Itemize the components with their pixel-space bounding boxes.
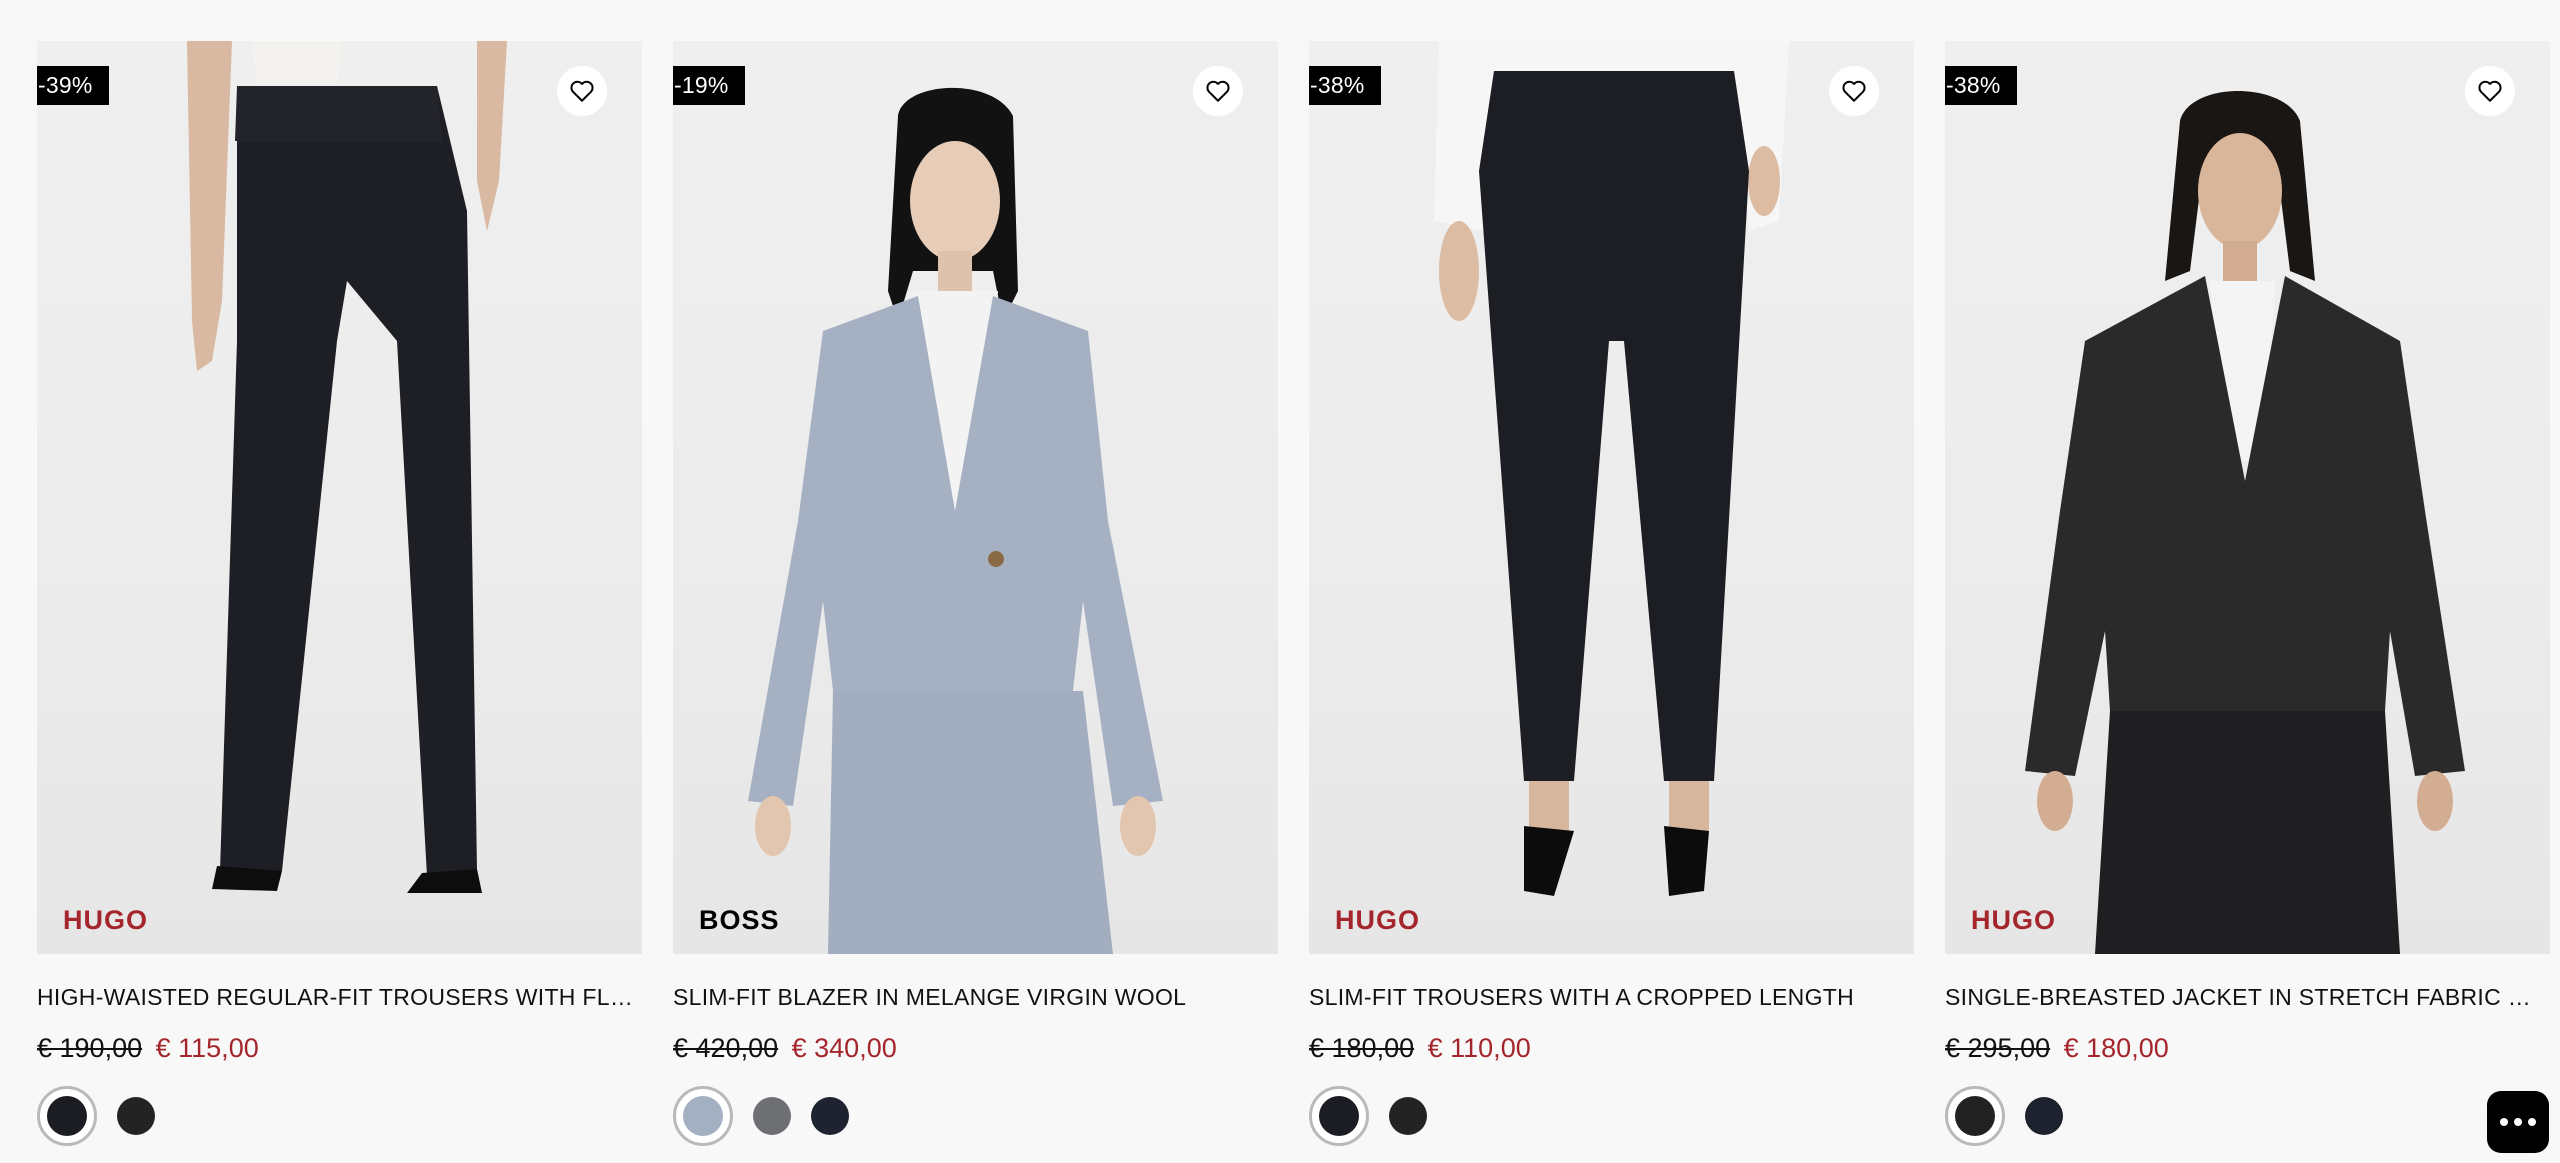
color-swatch-selected[interactable] xyxy=(37,1086,97,1146)
product-card[interactable]: -38% HUGO SINGLE-BREASTED JACKET IN STRE… xyxy=(1945,41,2550,1147)
discount-badge: -19% xyxy=(673,66,745,105)
brand-label: HUGO xyxy=(1971,905,2056,935)
discount-badge: -38% xyxy=(1309,66,1381,105)
wishlist-button[interactable] xyxy=(1193,66,1243,116)
color-swatch-selected[interactable] xyxy=(673,1086,733,1146)
heart-icon xyxy=(1206,80,1230,102)
product-title[interactable]: SLIM-FIT TROUSERS WITH A CROPPED LENGTH xyxy=(1309,984,1914,1011)
color-swatch-selected[interactable] xyxy=(1309,1086,1369,1146)
color-swatch-selected[interactable] xyxy=(1945,1086,2005,1146)
product-title[interactable]: SLIM-FIT BLAZER IN MELANGE VIRGIN WOOL xyxy=(673,984,1278,1011)
color-swatches xyxy=(37,1085,642,1147)
chat-button[interactable] xyxy=(2487,1091,2549,1153)
brand-label: HUGO xyxy=(1335,905,1420,935)
color-swatch[interactable] xyxy=(2025,1097,2063,1135)
discount-badge: -39% xyxy=(37,66,109,105)
price-row: € 295,00 € 180,00 xyxy=(1945,1033,2550,1067)
color-swatches xyxy=(1945,1085,2550,1147)
brand-label: HUGO xyxy=(63,905,148,935)
product-photo-blazer xyxy=(748,87,1163,954)
original-price: € 180,00 xyxy=(1309,1033,1415,1063)
product-photo-trousers xyxy=(187,41,507,893)
original-price: € 190,00 xyxy=(37,1033,143,1063)
chat-dot xyxy=(2528,1118,2536,1126)
heart-icon xyxy=(1842,80,1866,102)
sale-price: € 110,00 xyxy=(1427,1033,1531,1063)
heart-icon xyxy=(570,80,594,102)
product-title[interactable]: SINGLE-BREASTED JACKET IN STRETCH FABRIC… xyxy=(1945,984,2550,1011)
color-swatch[interactable] xyxy=(1389,1097,1427,1135)
wishlist-button[interactable] xyxy=(1829,66,1879,116)
product-image[interactable]: -38% HUGO xyxy=(1309,41,1914,954)
original-price: € 420,00 xyxy=(673,1033,779,1063)
product-image[interactable]: -19% BOSS xyxy=(673,41,1278,954)
brand-label: BOSS xyxy=(699,905,780,935)
color-swatch[interactable] xyxy=(753,1097,791,1135)
price-row: € 180,00 € 110,00 xyxy=(1309,1033,1914,1067)
discount-badge: -38% xyxy=(1945,66,2017,105)
product-photo-jacket xyxy=(2025,91,2465,954)
product-photo-cropped-trousers xyxy=(1434,41,1789,896)
sale-price: € 340,00 xyxy=(791,1033,897,1063)
sale-price: € 115,00 xyxy=(155,1033,259,1063)
chat-dot xyxy=(2500,1118,2508,1126)
product-title[interactable]: HIGH-WAISTED REGULAR-FIT TROUSERS WITH F… xyxy=(37,984,642,1011)
chat-dot xyxy=(2514,1118,2522,1126)
product-grid: -39% HUGO HIGH-WAISTED REGULAR-FIT TROUS… xyxy=(37,41,2550,1147)
color-swatch[interactable] xyxy=(811,1097,849,1135)
price-row: € 420,00 € 340,00 xyxy=(673,1033,1278,1067)
original-price: € 295,00 xyxy=(1945,1033,2051,1063)
heart-icon xyxy=(2478,80,2502,102)
product-image[interactable]: -38% HUGO xyxy=(1945,41,2550,954)
product-image[interactable]: -39% HUGO xyxy=(37,41,642,954)
product-card[interactable]: -39% HUGO HIGH-WAISTED REGULAR-FIT TROUS… xyxy=(37,41,642,1147)
color-swatches xyxy=(673,1085,1278,1147)
color-swatches xyxy=(1309,1085,1914,1147)
product-card[interactable]: -19% BOSS SLIM-FIT BLAZER IN MELANGE VIR… xyxy=(673,41,1278,1147)
price-row: € 190,00 € 115,00 xyxy=(37,1033,642,1067)
color-swatch[interactable] xyxy=(117,1097,155,1135)
product-card[interactable]: -38% HUGO SLIM-FIT TROUSERS WITH A CROPP… xyxy=(1309,41,1914,1147)
wishlist-button[interactable] xyxy=(557,66,607,116)
sale-price: € 180,00 xyxy=(2063,1033,2169,1063)
wishlist-button[interactable] xyxy=(2465,66,2515,116)
